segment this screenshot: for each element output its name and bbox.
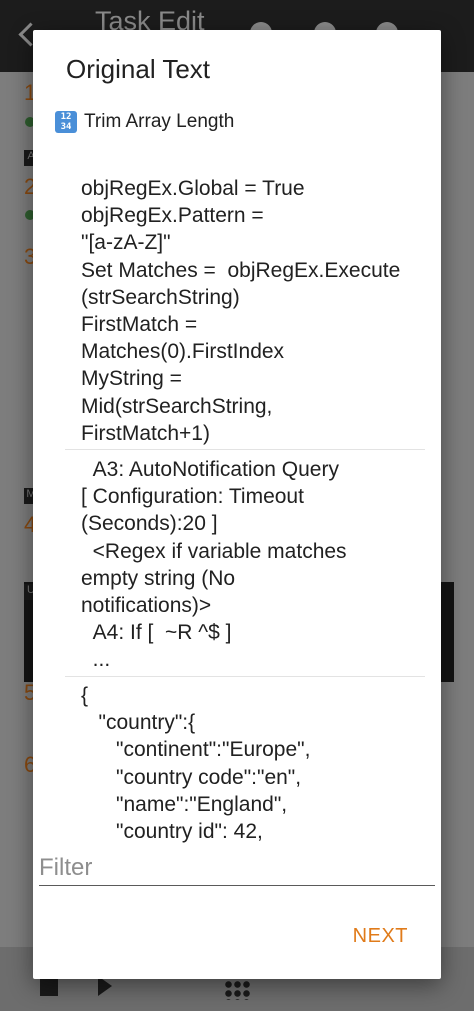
next-button[interactable]: NEXT <box>353 925 408 948</box>
list-item[interactable]: objRegEx.Global = True objRegEx.Pattern … <box>33 159 441 449</box>
original-text-dialog: Original Text 12 34 Trim Array Length ob… <box>33 30 441 979</box>
filter-input[interactable] <box>39 850 435 886</box>
subtitle-row: 12 34 Trim Array Length <box>55 111 234 133</box>
icon-text-bottom: 34 <box>60 122 72 132</box>
stop-icon[interactable] <box>40 978 58 996</box>
icon-text-top: 12 <box>60 112 72 122</box>
input-numbers-icon: 12 34 <box>55 111 77 133</box>
text-option-list[interactable]: objRegEx.Global = True objRegEx.Pattern … <box>33 159 441 851</box>
grid-icon[interactable] <box>224 980 250 1000</box>
dialog-title: Original Text <box>66 54 211 84</box>
play-step-icon[interactable] <box>98 976 112 996</box>
list-item[interactable]: { "country":{ "continent":"Europe", "cou… <box>33 677 441 851</box>
dialog-subtitle: Trim Array Length <box>84 111 235 132</box>
list-item[interactable]: A3: AutoNotification Query [ Configurati… <box>33 450 441 676</box>
